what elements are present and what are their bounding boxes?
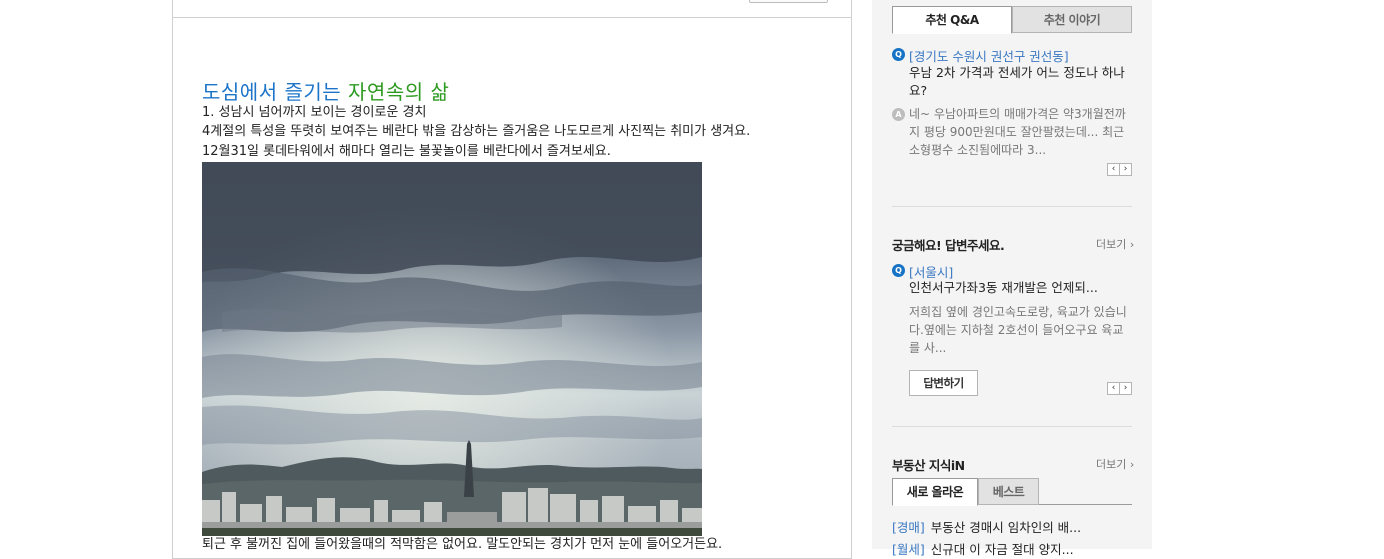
question-badge-icon: Q (892, 48, 905, 61)
qa-answer-text[interactable]: 네~ 우남아파트의 매매가격은 약3개월전까지 평당 900만원대도 잘안팔렸는… (909, 105, 1129, 159)
article-panel: 도심에서 즐기는 자연속의 삶 1. 성남시 넘어까지 보이는 경이로운 경치 … (172, 0, 852, 559)
tab-new-posts[interactable]: 새로 올라온 (892, 478, 978, 506)
answer-badge-icon: A (892, 108, 905, 121)
knowledge-section-title: 부동산 지식iN (892, 458, 965, 473)
tab-recommended-stories[interactable]: 추천 이야기 (1012, 6, 1132, 33)
tab-recommended-qa[interactable]: 추천 Q&A (892, 6, 1012, 34)
curious-answer-text[interactable]: 저희집 옆에 경인고속도로랑, 육교가 있습니다.옆에는 지하철 2호선이 들어… (909, 303, 1129, 357)
article-title: 도심에서 즐기는 자연속의 삶 (202, 76, 449, 105)
article-top-bar (173, 0, 851, 18)
knowledge-tabs: 새로 올라온 베스트 (892, 478, 1132, 506)
question-badge-icon: Q (892, 264, 905, 277)
tab-best-posts[interactable]: 베스트 (978, 478, 1039, 505)
curious-section-title: 궁금해요! 답변주세요. (892, 238, 1005, 253)
section-divider (892, 426, 1132, 427)
sidebar: 추천 Q&A 추천 이야기 Q [경기도 수원시 권선구 권선동] 우남 2차 … (872, 0, 1152, 557)
article-line: 12월31일 롯데타워에서 해마다 열리는 불꽃놀이를 베란다에서 즐겨보세요. (202, 144, 611, 159)
qa-tabs: 추천 Q&A 추천 이야기 (892, 6, 1132, 34)
article-line: 1. 성남시 넘어까지 보이는 경이로운 경치 (202, 105, 427, 120)
qa-question-link[interactable]: 우남 2차 가격과 전세가 어느 정도나 하나요? (909, 64, 1134, 100)
section-divider (892, 206, 1132, 207)
list-item-category: [경매] (892, 520, 925, 535)
next-arrow-icon[interactable]: › (1119, 163, 1132, 176)
article-title-part2: 자연속의 삶 (348, 80, 450, 104)
article-line: 퇴근 후 불꺼진 집에 들어왔을때의 적막함은 없어요. 말도안되는 경치가 먼… (202, 537, 723, 552)
curious-more-link[interactable]: 더보기 › (1096, 236, 1134, 252)
answer-button[interactable]: 답변하기 (909, 370, 978, 396)
article-title-part1: 도심에서 즐기는 (202, 80, 349, 104)
qa-location-link[interactable]: [경기도 수원시 권선구 권선동] (909, 46, 1069, 65)
list-item-category: [월세] (892, 542, 925, 557)
qa-pager: ‹ › (1107, 163, 1132, 176)
next-arrow-icon[interactable]: › (1119, 382, 1132, 395)
list-item-title: 부동산 경매시 임차인의 배... (930, 520, 1082, 535)
knowledge-more-link[interactable]: 더보기 › (1096, 456, 1134, 472)
curious-question-link[interactable]: 인천서구가좌3동 재개발은 언제되... (909, 279, 1134, 297)
article-line: 4계절의 특성을 뚜렷히 보여주는 베란다 밖을 감상하는 즐거움은 나도모르게… (202, 124, 751, 139)
curious-pager: ‹ › (1107, 382, 1132, 395)
list-item-title: 신규대 이 자금 절대 양지... (930, 542, 1074, 557)
article-photo-skyline (202, 162, 702, 536)
list-item[interactable]: [경매] 부동산 경매시 임차인의 배... (892, 517, 1081, 536)
top-button-edge[interactable] (749, 0, 828, 3)
